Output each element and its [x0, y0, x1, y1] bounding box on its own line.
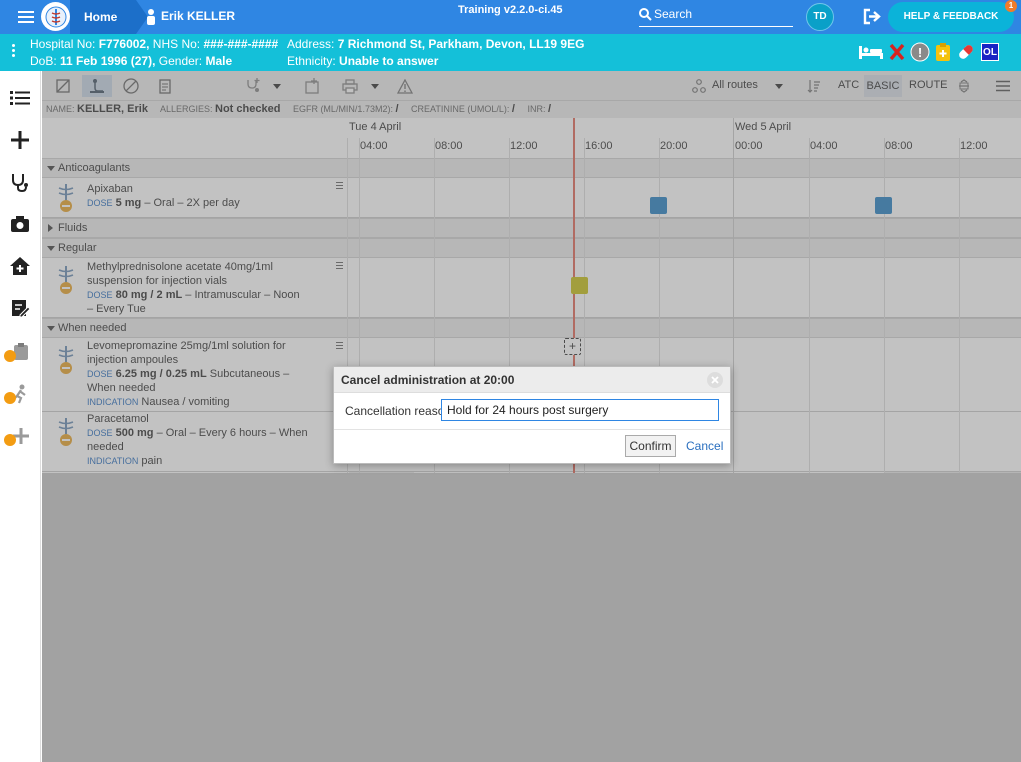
hamburger-menu-button[interactable] [10, 6, 40, 28]
search-icon [639, 8, 652, 21]
help-notification-badge: 1 [1005, 0, 1017, 12]
confirm-button[interactable]: Confirm [625, 435, 676, 457]
svg-text:!: ! [918, 45, 922, 60]
lock-icon [4, 434, 16, 446]
cancellation-reason-input[interactable] [441, 399, 719, 421]
stethoscope-icon[interactable] [8, 170, 32, 194]
document-edit-icon[interactable] [8, 296, 32, 320]
pill-icon[interactable] [956, 42, 976, 62]
search-label: Search [654, 7, 693, 21]
patient-name: Erik KELLER [161, 9, 236, 23]
clipboard-add-icon[interactable] [935, 42, 951, 62]
hospital-nhs-line: Hospital No: F776002, NHS No: ###-###-##… [30, 37, 279, 51]
address-line: Address: 7 Richmond St, Parkham, Devon, … [287, 37, 585, 51]
close-icon[interactable] [707, 372, 723, 388]
patient-address: 7 Richmond St, Parkham, Devon, LL19 9EG [337, 37, 585, 51]
banner-status-icons: ! OL [858, 41, 1004, 63]
dialog-divider [334, 429, 730, 430]
patient-breadcrumb[interactable]: Erik KELLER [145, 0, 235, 34]
add-icon[interactable] [8, 128, 32, 152]
bed-icon[interactable] [858, 44, 884, 60]
dialog-title: Cancel administration at 20:00 [334, 367, 730, 393]
patient-banner: Hospital No: F776002, NHS No: ###-###-##… [0, 34, 1021, 71]
patient-ethnicity: Unable to answer [339, 54, 439, 68]
cancel-button[interactable]: Cancel [686, 439, 723, 453]
nhs-number: ###-###-#### [203, 37, 279, 51]
top-bar: Home Erik KELLER Training v2.2.0-ci.45 S… [0, 0, 1021, 34]
camera-icon[interactable] [8, 212, 32, 236]
patient-dob: 11 Feb 1996 (27), [60, 54, 156, 68]
menu-icon [18, 11, 34, 13]
search-input[interactable]: Search [639, 5, 793, 27]
banner-more-icon[interactable] [12, 44, 16, 59]
app-logo-icon[interactable] [41, 2, 70, 31]
left-sidebar [0, 71, 41, 762]
cancel-administration-dialog: Cancel administration at 20:00 Cancellat… [333, 366, 731, 464]
hospital-number: F776002, [98, 37, 150, 51]
home-breadcrumb[interactable]: Home [70, 0, 148, 34]
cancellation-reason-label: Cancellation reason [345, 404, 452, 418]
no-resus-x-icon[interactable] [889, 43, 905, 61]
lock-icon [4, 350, 16, 362]
patient-gender: Male [205, 54, 233, 68]
alert-icon[interactable]: ! [910, 42, 930, 62]
user-avatar[interactable]: TD [806, 3, 834, 31]
home-plus-icon[interactable] [8, 254, 32, 278]
logout-icon[interactable] [862, 8, 882, 28]
ethnicity-line: Ethnicity: Unable to answer [287, 54, 439, 68]
dob-gender-line: DoB: 11 Feb 1996 (27), Gender: Male [30, 54, 233, 68]
ol-badge[interactable]: OL [981, 43, 999, 61]
list-icon[interactable] [8, 86, 32, 110]
lock-icon [4, 392, 16, 404]
help-feedback-button[interactable]: HELP & FEEDBACK [888, 2, 1014, 32]
training-version-label: Training v2.2.0-ci.45 [458, 4, 563, 16]
person-icon [147, 8, 155, 25]
